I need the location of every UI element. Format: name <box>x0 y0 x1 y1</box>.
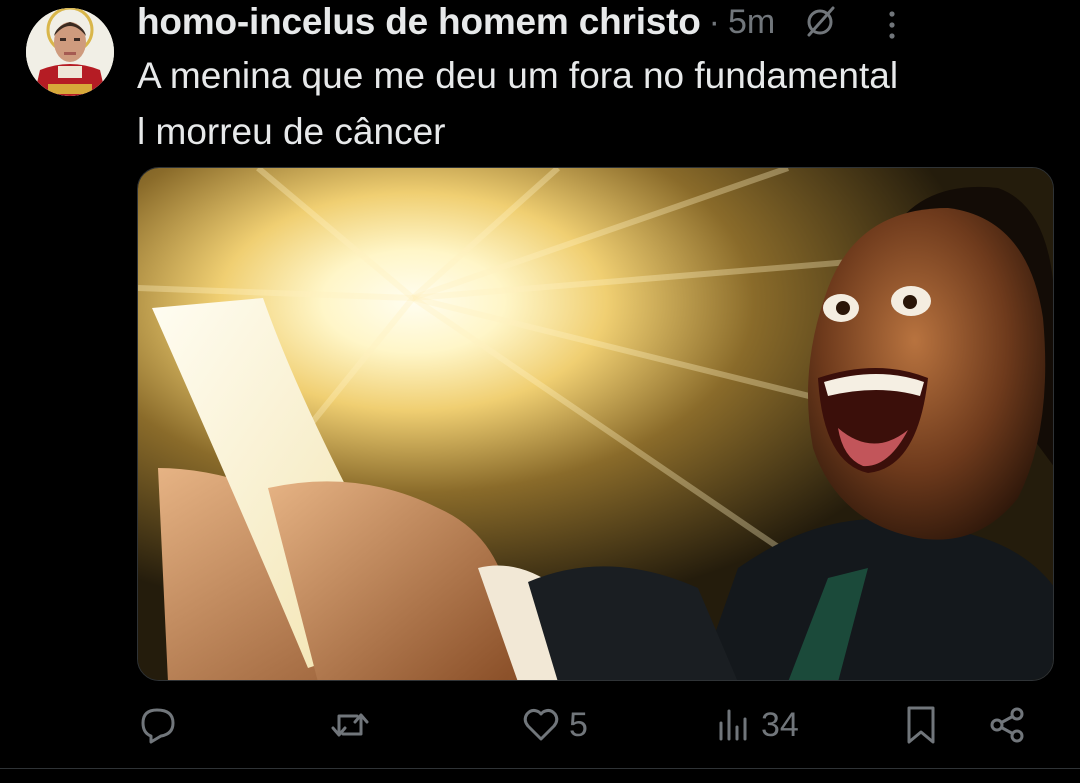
heart-icon <box>523 708 559 741</box>
share-icon <box>990 707 1024 743</box>
tweet-text-line: A menina que me deu um fora no fundament… <box>137 55 899 96</box>
tweet-media[interactable] <box>137 167 1054 681</box>
tweet[interactable]: homo-incelus de homem christo · 5m A men… <box>0 0 1080 768</box>
reply-icon <box>141 708 175 744</box>
views-icon <box>719 709 747 741</box>
tweet-divider <box>0 768 1080 769</box>
views-count: 34 <box>761 705 799 744</box>
repost-button[interactable] <box>329 700 371 750</box>
reply-button[interactable] <box>137 700 179 750</box>
bookmark-button[interactable] <box>903 700 939 750</box>
meta-separator: · <box>708 2 720 41</box>
bookmark-icon <box>907 706 935 744</box>
action-bar: 5 34 <box>137 700 1037 750</box>
share-button[interactable] <box>987 700 1027 750</box>
post-timestamp[interactable]: 5m <box>728 3 775 42</box>
muted-conversation-icon <box>807 6 835 37</box>
meme-image-icon <box>138 168 1053 680</box>
tweet-text-line: l morreu de câncer <box>137 111 446 152</box>
author-display-name[interactable]: homo-incelus de homem christo <box>137 1 701 43</box>
like-button[interactable]: 5 <box>521 700 588 750</box>
more-options-icon[interactable] <box>888 10 896 40</box>
like-count: 5 <box>569 705 588 744</box>
author-avatar[interactable] <box>26 8 114 96</box>
repost-icon <box>331 713 369 737</box>
tweet-text: A menina que me deu um fora no fundament… <box>137 48 1067 160</box>
tweet-header: homo-incelus de homem christo · 5m <box>137 0 1057 44</box>
user-avatar-icon <box>26 8 114 96</box>
views-button[interactable]: 34 <box>713 700 799 750</box>
